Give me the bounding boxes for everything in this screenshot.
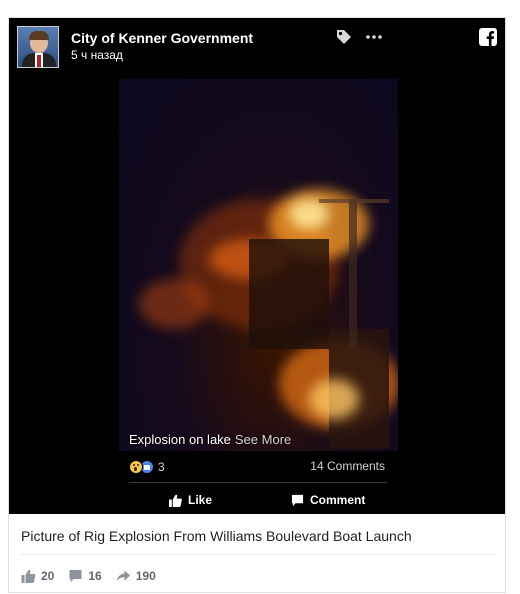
post-description: Picture of Rig Explosion From Williams B…: [21, 528, 412, 544]
post-timestamp[interactable]: 5 ч назад: [71, 48, 123, 62]
comment-label: Comment: [310, 493, 366, 507]
comment-icon: [69, 570, 82, 582]
comment-icon: [291, 494, 304, 506]
video-thumbnail[interactable]: [119, 79, 398, 451]
shares-count: 190: [135, 569, 156, 583]
share-icon: [116, 570, 130, 582]
reaction-count: 3: [158, 460, 165, 474]
thumbs-up-icon: [169, 494, 182, 507]
video-title: Explosion on lake: [129, 432, 231, 447]
comment-button[interactable]: Comment: [291, 490, 365, 510]
page-name[interactable]: City of Kenner Government: [71, 30, 253, 46]
video-caption: Explosion on lake See More: [129, 432, 291, 447]
description-divider: [21, 554, 495, 555]
tag-icon[interactable]: [335, 28, 353, 46]
likes-stat[interactable]: 20: [21, 569, 54, 583]
wow-reaction-icon: [129, 460, 143, 474]
actions-divider: [129, 482, 387, 483]
likes-count: 20: [41, 569, 55, 583]
like-button[interactable]: Like: [169, 490, 212, 510]
comments-stat[interactable]: 16: [68, 569, 102, 583]
post-stats: 20 16 190: [21, 569, 156, 583]
embedded-post-card: City of Kenner Government 5 ч назад Expl…: [8, 17, 506, 593]
more-icon[interactable]: [365, 28, 383, 46]
like-label: Like: [188, 493, 213, 507]
see-more-link[interactable]: See More: [235, 432, 291, 447]
shares-stat[interactable]: 190: [116, 569, 156, 583]
comments-count: 16: [88, 569, 102, 583]
facebook-icon[interactable]: [479, 28, 497, 46]
reactions-summary[interactable]: 3: [129, 460, 165, 474]
page-avatar[interactable]: [17, 26, 59, 68]
video-player-area: City of Kenner Government 5 ч назад Expl…: [9, 18, 505, 514]
thumbs-up-icon: [21, 569, 36, 583]
comments-count-link[interactable]: 14 Comments: [310, 459, 385, 473]
